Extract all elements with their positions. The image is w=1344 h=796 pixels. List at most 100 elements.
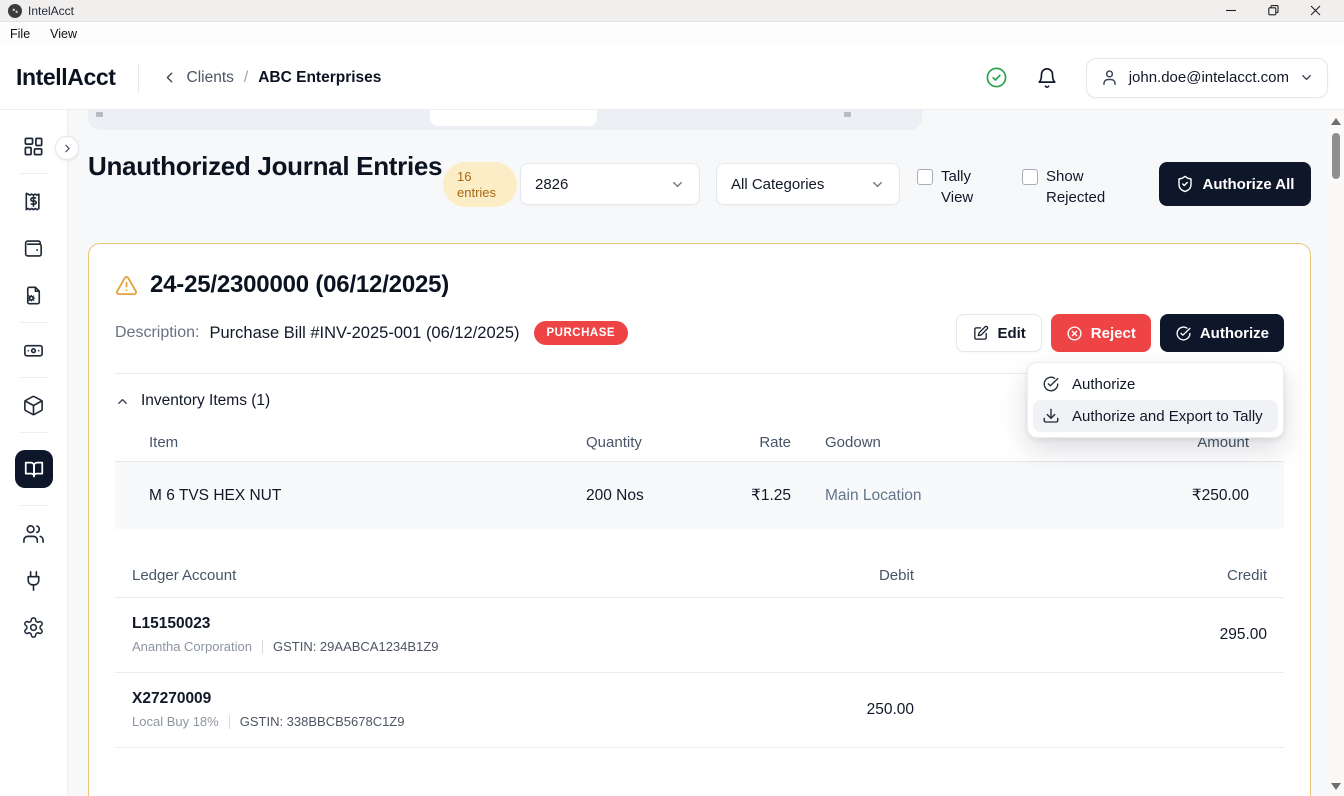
show-rejected-checkbox[interactable]: Show Rejected xyxy=(1022,166,1116,208)
dashboard-icon[interactable] xyxy=(20,132,48,160)
item-amount: ₹250.00 xyxy=(1041,486,1249,505)
inventory-section-title[interactable]: Inventory Items (1) xyxy=(141,392,270,410)
ledger-gstin: GSTIN: 338BBCB5678C1Z9 xyxy=(240,714,405,729)
ledger-row: X27270009 Local Buy 18% GSTIN: 338BBCB56… xyxy=(115,673,1284,747)
window-title: IntelAcct xyxy=(28,4,74,18)
reject-button[interactable]: Reject xyxy=(1051,314,1151,352)
partial-input xyxy=(430,110,597,126)
ledger-row: L15150023 Anantha Corporation GSTIN: 29A… xyxy=(115,598,1284,672)
app-header: IntellAcct Clients / ABC Enterprises joh… xyxy=(0,46,1344,110)
sidebar-divider xyxy=(20,505,48,506)
sidebar-divider xyxy=(20,322,48,323)
settings-gear-icon[interactable] xyxy=(20,613,48,641)
checkbox-unchecked[interactable] xyxy=(917,169,933,185)
restore-icon[interactable] xyxy=(1252,0,1294,22)
ledger-table-header: Ledger Account Debit Credit xyxy=(115,567,1284,597)
warning-triangle-icon xyxy=(115,274,138,297)
back-chevron-icon[interactable] xyxy=(157,65,183,91)
workspace: Unauthorized Journal Entries 16 entries … xyxy=(0,110,1344,796)
description-label: Description: xyxy=(115,324,199,342)
entry-number-select[interactable]: 2826 xyxy=(520,163,700,205)
journal-book-icon xyxy=(23,458,45,480)
menu-file[interactable]: File xyxy=(10,27,30,41)
window-titlebar: IntelAcct xyxy=(0,0,1344,22)
sidebar-item-journal-active[interactable] xyxy=(15,450,53,488)
item-name: M 6 TVS HEX NUT xyxy=(149,487,586,505)
notifications-bell-icon[interactable] xyxy=(1036,67,1058,89)
user-email: john.doe@intelacct.com xyxy=(1129,69,1289,86)
edit-button[interactable]: Edit xyxy=(956,314,1041,352)
edit-pencil-icon xyxy=(972,325,989,342)
scroll-up-arrow-icon[interactable] xyxy=(1331,118,1341,125)
checkbox-unchecked[interactable] xyxy=(1022,169,1038,185)
sub-divider xyxy=(229,715,230,729)
user-icon xyxy=(1100,68,1119,87)
entries-count-badge: 16 entries xyxy=(443,162,517,207)
sidebar-divider xyxy=(20,173,48,174)
circle-check-icon xyxy=(1175,325,1192,342)
menu-bar: File View xyxy=(0,22,1344,46)
breadcrumb-separator: / xyxy=(244,69,248,87)
circle-x-icon xyxy=(1066,325,1083,342)
minimize-icon[interactable] xyxy=(1210,0,1252,22)
main-content: Unauthorized Journal Entries 16 entries … xyxy=(68,110,1344,796)
chevron-right-icon xyxy=(61,142,74,155)
scrolled-row-partial xyxy=(88,110,922,130)
item-godown: Main Location xyxy=(791,487,1041,505)
ledger-credit: 295.00 xyxy=(914,626,1267,644)
sidebar-divider xyxy=(20,432,48,433)
category-select[interactable]: All Categories xyxy=(716,163,900,205)
item-rate: ₹1.25 xyxy=(706,486,791,505)
breadcrumb-current: ABC Enterprises xyxy=(258,69,381,87)
chevron-down-icon xyxy=(670,177,685,192)
entry-title: 24-25/2300000 (06/12/2025) xyxy=(150,271,449,299)
breadcrumb: Clients / ABC Enterprises xyxy=(187,69,382,87)
page-title: Unauthorized Journal Entries xyxy=(88,150,478,183)
table-divider xyxy=(115,747,1284,748)
authorize-dropdown-menu: Authorize Authorize and Export to Tally xyxy=(1027,362,1284,438)
inventory-row: M 6 TVS HEX NUT 200 Nos ₹1.25 Main Locat… xyxy=(115,462,1284,529)
chevron-down-icon xyxy=(1299,70,1314,85)
ledger-account-name: Anantha Corporation xyxy=(132,639,252,654)
item-quantity: 200 Nos xyxy=(586,487,706,505)
authorize-all-button[interactable]: Authorize All xyxy=(1159,162,1311,206)
download-icon xyxy=(1042,407,1060,425)
shield-check-icon xyxy=(1176,175,1194,193)
ledger-account-code: L15150023 xyxy=(132,615,674,633)
app-logo: IntellAcct xyxy=(16,64,116,91)
plug-icon[interactable] xyxy=(20,566,48,594)
sub-divider xyxy=(262,640,263,654)
purchase-type-badge: PURCHASE xyxy=(534,321,629,345)
tally-view-checkbox[interactable]: Tally View xyxy=(917,166,987,208)
package-icon[interactable] xyxy=(20,391,48,419)
ledger-debit: 250.00 xyxy=(674,701,914,719)
sidebar xyxy=(0,110,68,796)
authorize-button[interactable]: Authorize xyxy=(1160,314,1284,352)
menu-view[interactable]: View xyxy=(50,27,77,41)
sidebar-divider xyxy=(20,377,48,378)
sidebar-expand-button[interactable] xyxy=(55,136,79,160)
breadcrumb-clients[interactable]: Clients xyxy=(187,69,234,87)
header-divider xyxy=(138,63,139,93)
close-icon[interactable] xyxy=(1294,0,1336,22)
users-icon[interactable] xyxy=(20,519,48,547)
description-value: Purchase Bill #INV-2025-001 (06/12/2025) xyxy=(209,324,519,343)
ledger-account-code: X27270009 xyxy=(132,690,674,708)
banknote-icon[interactable] xyxy=(20,336,48,364)
file-settings-icon[interactable] xyxy=(20,281,48,309)
partial-icon xyxy=(96,112,103,117)
menu-item-authorize[interactable]: Authorize xyxy=(1033,368,1278,400)
menu-item-authorize-export-tally[interactable]: Authorize and Export to Tally xyxy=(1033,400,1278,432)
scrollbar-thumb[interactable] xyxy=(1332,133,1340,179)
chevron-up-icon[interactable] xyxy=(115,394,130,409)
ledger-account-name: Local Buy 18% xyxy=(132,714,219,729)
vertical-scrollbar[interactable] xyxy=(1328,110,1344,796)
ledger-gstin: GSTIN: 29AABCA1234B1Z9 xyxy=(273,639,438,654)
user-menu[interactable]: john.doe@intelacct.com xyxy=(1086,58,1328,98)
sync-status-icon xyxy=(985,66,1008,89)
wallet-icon[interactable] xyxy=(20,234,48,262)
invoice-icon[interactable] xyxy=(20,187,48,215)
circle-check-icon xyxy=(1042,375,1060,393)
journal-entry-card: 24-25/2300000 (06/12/2025) Description: … xyxy=(88,243,1311,796)
scroll-down-arrow-icon[interactable] xyxy=(1331,783,1341,790)
